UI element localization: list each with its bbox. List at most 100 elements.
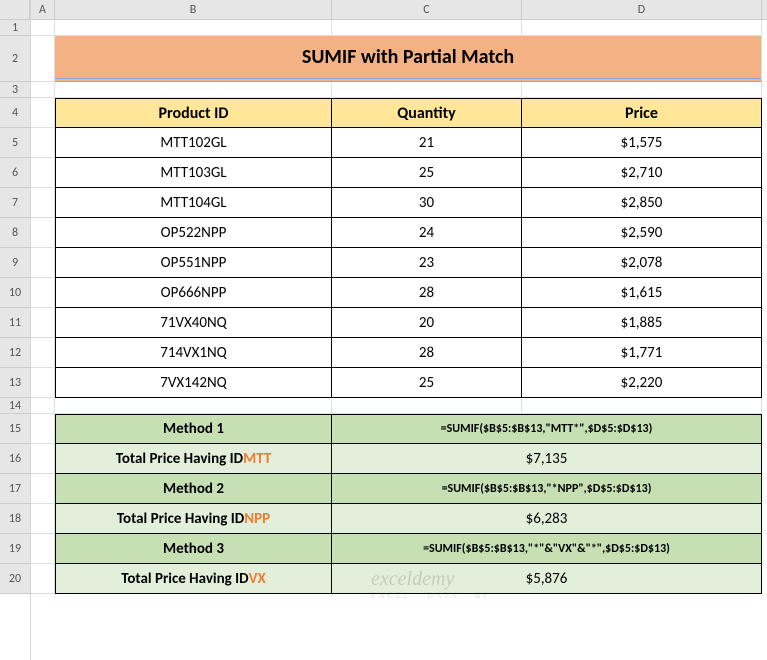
header-price[interactable]: Price bbox=[522, 98, 762, 128]
method-formula-0[interactable]: =SUMIF($B$5:$B$13,"MTT*",$D$5:$D$13) bbox=[332, 414, 762, 444]
cell-a7[interactable] bbox=[31, 188, 55, 218]
cell-a6[interactable] bbox=[31, 158, 55, 188]
cell-a1[interactable] bbox=[31, 20, 55, 36]
cell-a14[interactable] bbox=[31, 398, 55, 414]
cell-quantity-3[interactable]: 24 bbox=[332, 218, 522, 248]
cell-a17[interactable] bbox=[31, 474, 55, 504]
result-value-2[interactable]: $5,876 bbox=[332, 564, 762, 594]
cell-b3[interactable] bbox=[55, 82, 332, 98]
cell-a4[interactable] bbox=[31, 98, 55, 128]
row-header-6[interactable]: 6 bbox=[0, 158, 30, 188]
row-header-16[interactable]: 16 bbox=[0, 444, 30, 474]
cell-a9[interactable] bbox=[31, 248, 55, 278]
row-header-1[interactable]: 1 bbox=[0, 20, 30, 36]
cell-a13[interactable] bbox=[31, 368, 55, 398]
result-label-0[interactable]: Total Price Having ID MTT bbox=[55, 444, 332, 474]
cell-quantity-1[interactable]: 25 bbox=[332, 158, 522, 188]
cell-c14[interactable] bbox=[332, 398, 522, 414]
row-header-9[interactable]: 9 bbox=[0, 248, 30, 278]
cell-a18[interactable] bbox=[31, 504, 55, 534]
cell-a16[interactable] bbox=[31, 444, 55, 474]
cell-c3[interactable] bbox=[332, 82, 522, 98]
row-header-10[interactable]: 10 bbox=[0, 278, 30, 308]
cell-product-id-7[interactable]: 714VX1NQ bbox=[55, 338, 332, 368]
cell-a10[interactable] bbox=[31, 278, 55, 308]
cell-price-5[interactable]: $1,615 bbox=[522, 278, 762, 308]
row-header-4[interactable]: 4 bbox=[0, 98, 30, 128]
cell-b14[interactable] bbox=[55, 398, 332, 414]
cell-a11[interactable] bbox=[31, 308, 55, 338]
result-value-0[interactable]: $7,135 bbox=[332, 444, 762, 474]
title-cell[interactable]: SUMIF with Partial Match bbox=[55, 36, 762, 82]
row-header-13[interactable]: 13 bbox=[0, 368, 30, 398]
row-3 bbox=[31, 82, 767, 98]
corner-cell[interactable] bbox=[0, 0, 30, 20]
cell-price-6[interactable]: $1,885 bbox=[522, 308, 762, 338]
cell-a2[interactable] bbox=[31, 36, 55, 82]
cell-quantity-0[interactable]: 21 bbox=[332, 128, 522, 158]
row-header-12[interactable]: 12 bbox=[0, 338, 30, 368]
row-header-20[interactable]: 20 bbox=[0, 564, 30, 594]
cell-product-id-0[interactable]: MTT102GL bbox=[55, 128, 332, 158]
row-header-18[interactable]: 18 bbox=[0, 504, 30, 534]
cell-price-7[interactable]: $1,771 bbox=[522, 338, 762, 368]
row-header-19[interactable]: 19 bbox=[0, 534, 30, 564]
col-header-d[interactable]: D bbox=[522, 0, 762, 19]
row-header-17[interactable]: 17 bbox=[0, 474, 30, 504]
header-quantity[interactable]: Quantity bbox=[332, 98, 522, 128]
cell-a15[interactable] bbox=[31, 414, 55, 444]
cell-a5[interactable] bbox=[31, 128, 55, 158]
row-headers: 1234567891011121314151617181920 bbox=[0, 0, 31, 660]
row-header-8[interactable]: 8 bbox=[0, 218, 30, 248]
cell-c1[interactable] bbox=[332, 20, 522, 36]
cell-d14[interactable] bbox=[522, 398, 762, 414]
method-formula-1[interactable]: =SUMIF($B$5:$B$13,"*NPP",$D$5:$D$13) bbox=[332, 474, 762, 504]
row-header-3[interactable]: 3 bbox=[0, 82, 30, 98]
cell-d1[interactable] bbox=[522, 20, 762, 36]
cell-a3[interactable] bbox=[31, 82, 55, 98]
cell-quantity-4[interactable]: 23 bbox=[332, 248, 522, 278]
cell-quantity-8[interactable]: 25 bbox=[332, 368, 522, 398]
cell-product-id-1[interactable]: MTT103GL bbox=[55, 158, 332, 188]
cell-a20[interactable] bbox=[31, 564, 55, 594]
col-header-b[interactable]: B bbox=[55, 0, 332, 19]
cell-a8[interactable] bbox=[31, 218, 55, 248]
col-header-c[interactable]: C bbox=[332, 0, 522, 19]
cell-price-1[interactable]: $2,710 bbox=[522, 158, 762, 188]
cell-product-id-2[interactable]: MTT104GL bbox=[55, 188, 332, 218]
method-formula-2[interactable]: =SUMIF($B$5:$B$13,"*"&"VX"&"*",$D$5:$D$1… bbox=[332, 534, 762, 564]
col-header-a[interactable]: A bbox=[31, 0, 55, 19]
cell-product-id-6[interactable]: 71VX40NQ bbox=[55, 308, 332, 338]
cell-price-0[interactable]: $1,575 bbox=[522, 128, 762, 158]
cell-b1[interactable] bbox=[55, 20, 332, 36]
method-label-2[interactable]: Method 3 bbox=[55, 534, 332, 564]
cell-quantity-2[interactable]: 30 bbox=[332, 188, 522, 218]
row-header-11[interactable]: 11 bbox=[0, 308, 30, 338]
method-label-0[interactable]: Method 1 bbox=[55, 414, 332, 444]
cell-product-id-8[interactable]: 7VX142NQ bbox=[55, 368, 332, 398]
cell-a19[interactable] bbox=[31, 534, 55, 564]
row-header-14[interactable]: 14 bbox=[0, 398, 30, 414]
cell-price-4[interactable]: $2,078 bbox=[522, 248, 762, 278]
cell-product-id-3[interactable]: OP522NPP bbox=[55, 218, 332, 248]
cell-price-3[interactable]: $2,590 bbox=[522, 218, 762, 248]
cell-quantity-6[interactable]: 20 bbox=[332, 308, 522, 338]
cell-d3[interactable] bbox=[522, 82, 762, 98]
row-header-15[interactable]: 15 bbox=[0, 414, 30, 444]
result-value-1[interactable]: $6,283 bbox=[332, 504, 762, 534]
header-product-id[interactable]: Product ID bbox=[55, 98, 332, 128]
cell-price-2[interactable]: $2,850 bbox=[522, 188, 762, 218]
result-label-1[interactable]: Total Price Having ID NPP bbox=[55, 504, 332, 534]
cell-quantity-5[interactable]: 28 bbox=[332, 278, 522, 308]
cell-product-id-5[interactable]: OP666NPP bbox=[55, 278, 332, 308]
row-header-7[interactable]: 7 bbox=[0, 188, 30, 218]
row-header-2[interactable]: 2 bbox=[0, 36, 30, 82]
cell-quantity-7[interactable]: 28 bbox=[332, 338, 522, 368]
cell-price-8[interactable]: $2,220 bbox=[522, 368, 762, 398]
cell-a12[interactable] bbox=[31, 338, 55, 368]
result-label-2[interactable]: Total Price Having ID VX bbox=[55, 564, 332, 594]
row-9: OP551NPP 23 $2,078 bbox=[31, 248, 767, 278]
row-header-5[interactable]: 5 bbox=[0, 128, 30, 158]
cell-product-id-4[interactable]: OP551NPP bbox=[55, 248, 332, 278]
method-label-1[interactable]: Method 2 bbox=[55, 474, 332, 504]
